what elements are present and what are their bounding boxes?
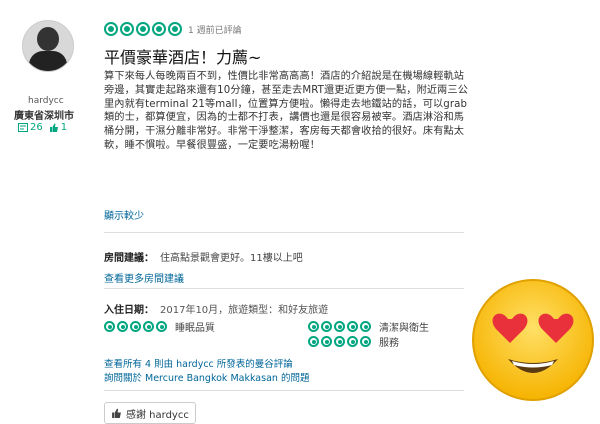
- rating-bubble: [130, 321, 141, 332]
- divider: [104, 390, 464, 391]
- stay-info: 入住日期： 2017年10月，旅遊類型：和好友旅遊: [104, 301, 328, 316]
- rating-bubble: [347, 336, 358, 347]
- sub-rating-cleanliness: 清潔與衛生: [308, 319, 429, 334]
- helpful-count: 1: [60, 122, 68, 133]
- rating-bubble: [308, 336, 319, 347]
- rating-bubble: [156, 321, 167, 332]
- rating-bubble: [168, 22, 182, 36]
- thumbs-up-icon: [112, 408, 121, 418]
- show-less-link[interactable]: 顯示較少: [104, 207, 144, 222]
- sub-rating-label: 睡眠品質: [175, 323, 215, 334]
- avatar-head: [37, 27, 59, 51]
- sub-rating-sleep: 睡眠品質: [104, 319, 215, 334]
- review-count: 26: [30, 122, 43, 133]
- rating-bubble: [152, 22, 166, 36]
- sub-rating-label: 服務: [379, 338, 399, 349]
- sub-rating-service: 服務: [308, 334, 399, 349]
- rating-bubble: [321, 321, 332, 332]
- thanks-button[interactable]: 感謝 hardycc: [104, 402, 196, 424]
- divider: [104, 232, 464, 233]
- review-title[interactable]: 平價豪華酒店！力薦~: [104, 44, 261, 68]
- helpful-count-stat: 1: [49, 122, 67, 133]
- rating-bubble: [104, 22, 118, 36]
- avatar-body: [29, 51, 67, 71]
- room-tip-label: 房間建議：: [104, 253, 154, 264]
- rating-bubble: [120, 22, 134, 36]
- rating-bubble: [117, 321, 128, 332]
- review-count-stat: 26: [18, 122, 43, 133]
- rating-bubbles: [104, 22, 182, 36]
- rating-bubble: [360, 336, 371, 347]
- stay-date-text: 2017年10月，旅遊類型：和好友旅遊: [160, 305, 329, 316]
- user-stats: 26 1: [18, 122, 67, 133]
- review-icon: [18, 123, 28, 132]
- rating-bubble: [308, 321, 319, 332]
- review-page: hardycc 廣東省深圳市 26 1 1 週前已評論 平價豪華酒店！力薦~ 算…: [0, 0, 600, 424]
- sub-rating-bubbles: [104, 321, 167, 332]
- user-location: 廣東省深圳市: [14, 111, 74, 122]
- sub-rating-bubbles: [308, 321, 371, 332]
- rating-bubble: [347, 321, 358, 332]
- avatar[interactable]: [22, 20, 74, 72]
- user-name[interactable]: hardycc: [28, 96, 64, 106]
- rating-bubble: [104, 321, 115, 332]
- review-card: 1 週前已評論 平價豪華酒店！力薦~ 算下來每人每晚兩百不到，性價比非常高高高！…: [90, 14, 470, 424]
- review-body: 算下來每人每晚兩百不到，性價比非常高高高！酒店的介紹說是在機場線輕軌站旁邊，其實…: [104, 71, 469, 151]
- sub-rating-label: 清潔與衛生: [379, 323, 429, 334]
- review-date: 1 週前已評論: [188, 25, 242, 36]
- heart-eyes-emoji-icon: [472, 279, 594, 401]
- rating-row: 1 週前已評論: [104, 22, 242, 36]
- more-room-tips-link[interactable]: 查看更多房間建議: [104, 270, 184, 285]
- stay-date-label: 入住日期：: [104, 305, 154, 316]
- sub-rating-bubbles: [308, 336, 371, 347]
- room-tip-text: 住高點景觀會更好。11樓以上吧: [160, 253, 303, 264]
- room-tip: 房間建議： 住高點景觀會更好。11樓以上吧: [104, 249, 303, 264]
- rating-bubble: [136, 22, 150, 36]
- see-all-reviews-link[interactable]: 查看所有 4 則由 hardycc 所發表的曼谷評論: [104, 356, 293, 370]
- thumbs-up-icon: [49, 123, 58, 132]
- thanks-label: 感謝 hardycc: [126, 409, 189, 421]
- rating-bubble: [334, 336, 345, 347]
- rating-bubble: [334, 321, 345, 332]
- rating-bubble: [143, 321, 154, 332]
- divider: [104, 288, 464, 289]
- rating-bubble: [321, 336, 332, 347]
- ask-question-link[interactable]: 詢問關於 Mercure Bangkok Makkasan 的問題: [104, 370, 309, 384]
- rating-bubble: [360, 321, 371, 332]
